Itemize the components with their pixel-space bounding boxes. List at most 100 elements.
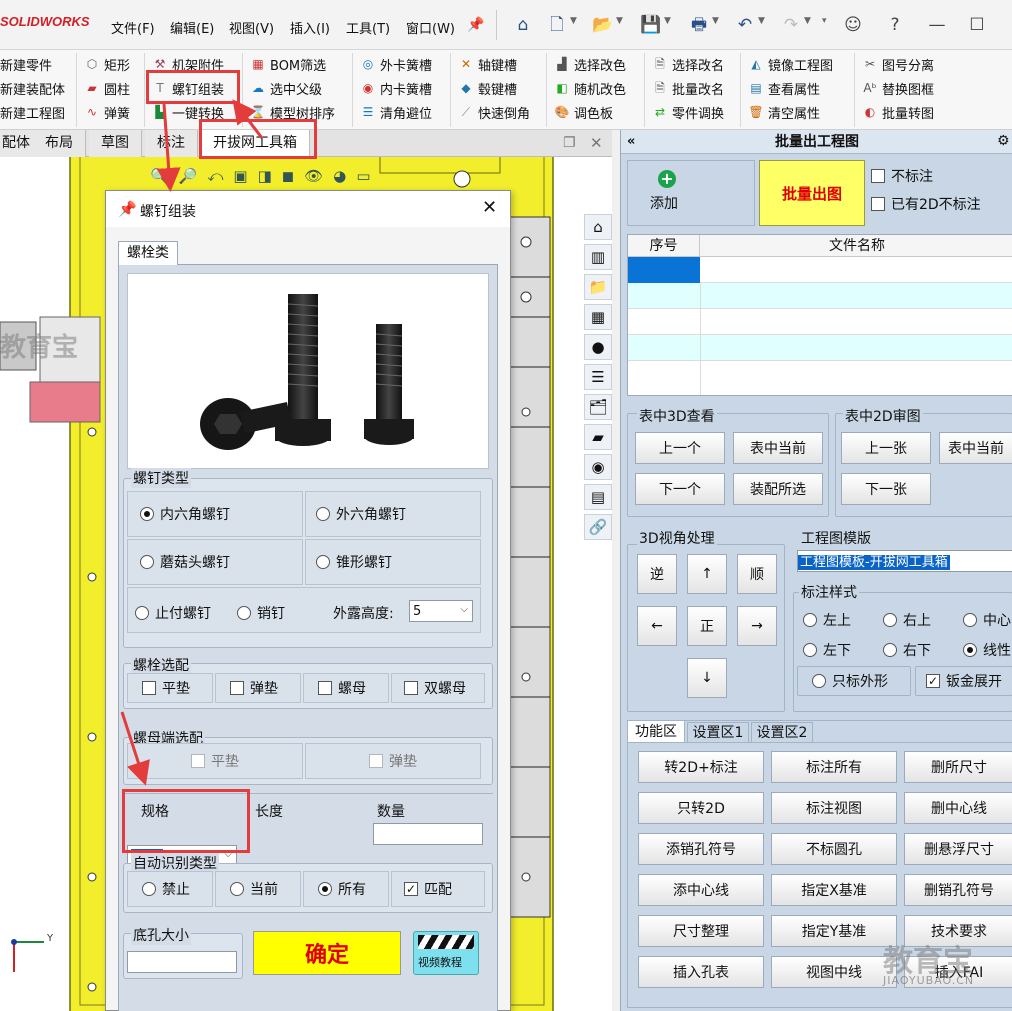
user-icon[interactable]: ☺ [842, 14, 864, 36]
rotate-cw-button[interactable]: 顺 [737, 554, 777, 594]
chevron-down-icon[interactable]: ▼ [712, 16, 719, 26]
detect-all-radio[interactable]: 所有 [303, 871, 389, 907]
corner-clear-button[interactable]: ☰ 清角避位 [360, 100, 432, 124]
toolbox-icon[interactable]: ▰ [584, 424, 612, 450]
collapse-icon[interactable]: « [627, 134, 635, 149]
new-document-icon[interactable]: 🗋 [546, 14, 568, 36]
skip-round-holes-button[interactable]: 不标圆孔 [771, 833, 897, 865]
clear-properties-button[interactable]: 🗑 清空属性 [748, 100, 833, 124]
appearance-ball-icon[interactable]: ● [584, 334, 612, 360]
undo-icon[interactable]: ↶ [734, 14, 756, 36]
tab-settings-2[interactable]: 设置区2 [751, 722, 813, 742]
mushroom-head-screw-radio[interactable]: 蘑菇头螺钉 [127, 539, 303, 585]
delete-all-dims-button[interactable]: 删所尺寸 [904, 751, 1012, 783]
table-row[interactable] [628, 335, 1012, 361]
set-y-datum-button[interactable]: 指定Y基准 [771, 915, 897, 947]
close-icon[interactable]: ✕ [482, 197, 497, 218]
maximize-icon[interactable]: ☐ [966, 14, 988, 36]
appearance-icon[interactable]: ◕ [333, 167, 346, 185]
front-view-button[interactable]: 正 [687, 606, 727, 646]
folder-icon[interactable]: 📁 [584, 274, 612, 300]
part-swap-button[interactable]: ⇄ 零件调换 [652, 100, 724, 124]
assemble-selected-button[interactable]: 装配所选 [733, 473, 823, 505]
current-3d-button[interactable]: 表中当前 [733, 432, 823, 464]
close-icon[interactable]: ✕ [590, 134, 603, 152]
select-color-button[interactable]: ▟ 选择改色 [554, 52, 626, 76]
shaft-keyway-button[interactable]: ✕ 轴键槽 [458, 52, 530, 76]
outer-circlip-button[interactable]: ◎ 外卡簧槽 [360, 52, 432, 76]
rotate-right-button[interactable]: → [737, 606, 777, 646]
eye-icon[interactable]: ◉ [584, 454, 612, 480]
next-2d-button[interactable]: 下一张 [841, 473, 931, 505]
prev-2d-button[interactable]: 上一张 [841, 432, 931, 464]
exposed-height-select[interactable]: 5 ⌵ [409, 600, 473, 622]
nut-checkbox[interactable]: 螺母 [303, 673, 389, 703]
view-orientation-icon[interactable]: ◨ [258, 167, 272, 185]
restore-icon[interactable]: ❐ [563, 135, 576, 151]
mark-top-right-radio[interactable]: 右上 [883, 610, 931, 630]
menu-edit[interactable]: 编辑(E) [170, 18, 214, 37]
add-centerline-button[interactable]: 添中心线 [638, 874, 764, 906]
nut-flat-washer-checkbox[interactable]: 平垫 [127, 743, 303, 779]
inner-circlip-button[interactable]: ◉ 内卡簧槽 [360, 76, 432, 100]
new-assembly-button[interactable]: 新建装配体 [0, 76, 65, 100]
view-properties-button[interactable]: ▤ 查看属性 [748, 76, 833, 100]
previous-view-icon[interactable]: ⤺ [207, 167, 223, 185]
mark-bottom-right-radio[interactable]: 右下 [883, 640, 931, 660]
random-color-button[interactable]: ◧ 随机改色 [554, 76, 626, 100]
nut-spring-washer-checkbox[interactable]: 弹垫 [305, 743, 481, 779]
mark-view-button[interactable]: 标注视图 [771, 792, 897, 824]
file-table[interactable]: 序号 文件名称 [627, 234, 1012, 396]
flat-washer-checkbox[interactable]: 平垫 [127, 673, 213, 703]
delete-pin-hole-symbol-button[interactable]: 删销孔符号 [904, 874, 1012, 906]
menu-tools[interactable]: 工具(T) [346, 18, 390, 37]
design-library-icon[interactable]: 🗂 [584, 394, 612, 420]
display-style-icon[interactable]: ◼ [282, 167, 294, 185]
pin-icon[interactable]: 📌 [465, 14, 487, 36]
save-icon[interactable]: 💾 [640, 14, 662, 36]
hub-keyway-button[interactable]: ◆ 毂键槽 [458, 76, 530, 100]
rectangle-button[interactable]: ⬡ 矩形 [84, 52, 130, 76]
batch-convert-button[interactable]: ◐ 批量转图 [862, 100, 934, 124]
scene-icon[interactable]: ▭ [356, 167, 370, 185]
link-icon[interactable]: 🔗 [584, 514, 612, 540]
tab-bolt-class[interactable]: 螺栓类 [118, 241, 178, 265]
prev-3d-button[interactable]: 上一个 [635, 432, 725, 464]
add-pin-hole-symbol-button[interactable]: 添销孔符号 [638, 833, 764, 865]
double-nut-checkbox[interactable]: 双螺母 [391, 673, 485, 703]
custom-properties-icon[interactable]: ☰ [584, 364, 612, 390]
hex-socket-screw-radio[interactable]: 内六角螺钉 [127, 491, 303, 537]
delete-floating-dims-button[interactable]: 删悬浮尺寸 [904, 833, 1012, 865]
set-x-datum-button[interactable]: 指定X基准 [771, 874, 897, 906]
confirm-button[interactable]: 确定 [253, 931, 401, 975]
mark-bottom-left-radio[interactable]: 左下 [803, 640, 851, 660]
search-icon[interactable]: 🔍 [150, 167, 169, 185]
chevron-down-icon[interactable]: ▼ [570, 16, 577, 26]
table-row[interactable] [628, 283, 1012, 309]
mark-all-button[interactable]: 标注所有 [771, 751, 897, 783]
select-rename-button[interactable]: 🗎 选择改名 [652, 52, 724, 76]
part-library-icon[interactable]: ▥ [584, 244, 612, 270]
column-header-index[interactable]: 序号 [628, 235, 700, 257]
zoom-area-icon[interactable]: 🔎 [179, 167, 198, 185]
dowel-pin-radio[interactable]: 销钉 [237, 603, 285, 623]
chevron-down-icon[interactable]: ▼ [758, 16, 765, 26]
quantity-input[interactable] [373, 823, 483, 845]
rotate-down-button[interactable]: ↓ [687, 658, 727, 698]
rotate-up-button[interactable]: ↑ [687, 554, 727, 594]
mark-linear-radio[interactable]: 线性 [963, 640, 1011, 660]
palette-button[interactable]: 🎨 调色板 [554, 100, 626, 124]
tab-sketch[interactable]: 草图 [89, 130, 142, 157]
select-parent-button[interactable]: ☁ 选中父级 [250, 76, 335, 100]
drawing-no-split-button[interactable]: ✂ 图号分离 [862, 52, 934, 76]
table-row[interactable] [628, 309, 1012, 335]
table-row[interactable] [628, 361, 1012, 387]
more-icon[interactable]: ▾ [822, 16, 827, 26]
chevron-down-icon[interactable]: ▼ [664, 16, 671, 26]
no-mark-checkbox[interactable]: 不标注 [871, 166, 933, 186]
chevron-down-icon[interactable]: ▼ [804, 16, 811, 26]
cylinder-button[interactable]: ▰ 圆柱 [84, 76, 130, 100]
insert-hole-table-button[interactable]: 插入孔表 [638, 956, 764, 988]
delete-centerline-button[interactable]: 删中心线 [904, 792, 1012, 824]
detect-current-radio[interactable]: 当前 [215, 871, 301, 907]
